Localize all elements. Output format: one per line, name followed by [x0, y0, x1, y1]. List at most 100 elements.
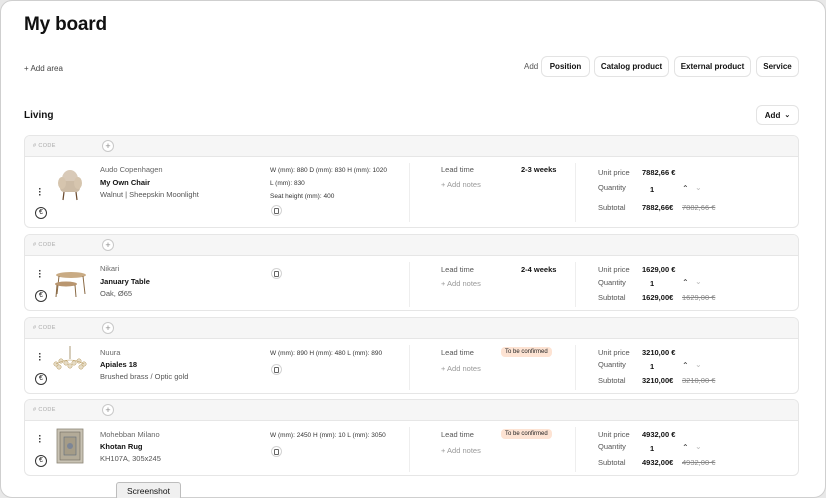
- quantity-value[interactable]: 1: [650, 444, 654, 453]
- product-card: # CODE + · · · € Mohebban Milano Khotan Ru…: [24, 399, 799, 476]
- product-variant: Oak, Ø65: [100, 289, 133, 298]
- more-menu-icon[interactable]: · · ·: [37, 432, 43, 448]
- add-notes-link[interactable]: + Add notes: [441, 364, 481, 373]
- more-menu-icon[interactable]: · · ·: [37, 267, 43, 283]
- chandelier-thumbnail: [53, 346, 87, 370]
- add-external-product-button[interactable]: External product: [674, 56, 751, 77]
- subtotal-label: Subtotal: [598, 203, 626, 212]
- code-field[interactable]: # CODE: [33, 242, 56, 248]
- unit-price-value[interactable]: 7882,66 €: [642, 168, 675, 177]
- product-card: # CODE + · · · € Nuura Apiales 18 Brushed …: [24, 317, 799, 394]
- add-code-button[interactable]: +: [102, 140, 114, 152]
- divider: [409, 262, 410, 307]
- document-icon[interactable]: [271, 364, 282, 375]
- code-field[interactable]: # CODE: [33, 407, 56, 413]
- product-card: # CODE + · · · € Nikari January Table Oak,…: [24, 234, 799, 311]
- product-name[interactable]: Apiales 18: [100, 360, 137, 369]
- chair-thumbnail: [58, 170, 82, 201]
- product-brand: Mohebban Milano: [100, 430, 160, 439]
- document-icon[interactable]: [271, 446, 282, 457]
- add-notes-link[interactable]: + Add notes: [441, 446, 481, 455]
- quantity-value[interactable]: 1: [650, 362, 654, 371]
- product-name[interactable]: January Table: [100, 277, 150, 286]
- subtotal-value: 7882,66€: [642, 203, 674, 212]
- quantity-decrease-icon[interactable]: ⌄: [695, 360, 702, 369]
- divider: [575, 262, 576, 307]
- document-icon[interactable]: [271, 268, 282, 279]
- unit-price-label: Unit price: [598, 265, 630, 274]
- quantity-label: Quantity: [598, 442, 626, 451]
- status-badge: To be confirmed: [501, 429, 552, 439]
- add-notes-link[interactable]: + Add notes: [441, 279, 481, 288]
- unit-price-value[interactable]: 3210,00 €: [642, 348, 675, 357]
- chevron-down-icon: ⌄: [784, 112, 791, 119]
- divider: [575, 163, 576, 222]
- code-field[interactable]: # CODE: [33, 143, 56, 149]
- product-variant: Brushed brass / Optic gold: [100, 372, 189, 381]
- euro-icon[interactable]: €: [35, 373, 47, 385]
- subtotal-value: 4932,00€: [642, 458, 674, 467]
- section-add-button[interactable]: Add ⌄: [756, 105, 799, 125]
- more-menu-icon[interactable]: · · ·: [37, 185, 43, 201]
- product-name[interactable]: My Own Chair: [100, 178, 150, 187]
- subtotal-label: Subtotal: [598, 458, 626, 467]
- quantity-decrease-icon[interactable]: ⌄: [695, 442, 702, 451]
- product-brand: Nuura: [100, 348, 121, 357]
- add-area-link[interactable]: + Add area: [24, 64, 63, 73]
- card-body: · · · € Audo Copenhagen My Own Chair Walnu…: [25, 157, 798, 227]
- quantity-value[interactable]: 1: [650, 185, 654, 194]
- euro-icon[interactable]: €: [35, 455, 47, 467]
- add-code-button[interactable]: +: [102, 239, 114, 251]
- subtotal-value: 1629,00€: [642, 293, 674, 302]
- card-body: · · · € Nuura Apiales 18 Brushed brass / O…: [25, 339, 798, 393]
- section-title: Living: [24, 110, 54, 121]
- quantity-increase-icon[interactable]: ⌃: [682, 278, 689, 287]
- quantity-increase-icon[interactable]: ⌃: [682, 443, 689, 452]
- add-catalog-product-button[interactable]: Catalog product: [594, 56, 669, 77]
- add-notes-link[interactable]: + Add notes: [441, 180, 481, 189]
- card-header: # CODE +: [25, 318, 798, 339]
- add-label: Add: [524, 62, 539, 71]
- product-variant: Walnut | Sheepskin Moonlight: [100, 190, 199, 199]
- divider: [409, 427, 410, 472]
- quantity-decrease-icon[interactable]: ⌄: [695, 277, 702, 286]
- screenshot-button[interactable]: Screenshot: [116, 482, 181, 498]
- product-card: # CODE + · · · € Audo Copenhagen My Own Ch…: [24, 135, 799, 228]
- euro-icon[interactable]: €: [35, 207, 47, 219]
- status-badge: To be confirmed: [501, 347, 552, 357]
- add-code-button[interactable]: +: [102, 322, 114, 334]
- code-field[interactable]: # CODE: [33, 325, 56, 331]
- document-icon[interactable]: [271, 205, 282, 216]
- quantity-value[interactable]: 1: [650, 279, 654, 288]
- quantity-decrease-icon[interactable]: ⌄: [695, 183, 702, 192]
- quantity-increase-icon[interactable]: ⌃: [682, 361, 689, 370]
- table-thumbnail: [55, 272, 86, 298]
- subtotal-original: 4932,00 €: [682, 458, 716, 467]
- euro-icon[interactable]: €: [35, 290, 47, 302]
- unit-price-value[interactable]: 1629,00 €: [642, 265, 675, 274]
- product-name[interactable]: Khotan Rug: [100, 442, 143, 451]
- dimensions-line: L (mm): 830: [270, 180, 305, 187]
- unit-price-label: Unit price: [598, 430, 630, 439]
- lead-time-value: 2-3 weeks: [521, 165, 557, 174]
- dimensions-line: W (mm): 890 H (mm): 480 L (mm): 890: [270, 350, 383, 357]
- subtotal-original: 7882,66 €: [682, 203, 716, 212]
- lead-time-label: Lead time: [441, 165, 474, 174]
- product-brand: Nikari: [100, 264, 120, 273]
- product-brand: Audo Copenhagen: [100, 165, 163, 174]
- quantity-increase-icon[interactable]: ⌃: [682, 184, 689, 193]
- card-body: · · · € Nikari January Table Oak, Ø65 Lead…: [25, 256, 798, 310]
- card-header: # CODE +: [25, 136, 798, 157]
- lead-time-label: Lead time: [441, 265, 474, 274]
- app-window: My board + Add area Add Position Catalog…: [0, 0, 826, 498]
- divider: [409, 345, 410, 390]
- dimensions-line: W (mm): 2450 H (mm): 10 L (mm): 3050: [270, 432, 386, 439]
- lead-time-label: Lead time: [441, 348, 474, 357]
- add-position-button[interactable]: Position: [541, 56, 590, 77]
- more-menu-icon[interactable]: · · ·: [37, 350, 43, 366]
- add-service-button[interactable]: Service: [756, 56, 799, 77]
- subtotal-original: 3210,00 €: [682, 376, 716, 385]
- unit-price-label: Unit price: [598, 168, 630, 177]
- unit-price-value[interactable]: 4932,00 €: [642, 430, 675, 439]
- add-code-button[interactable]: +: [102, 404, 114, 416]
